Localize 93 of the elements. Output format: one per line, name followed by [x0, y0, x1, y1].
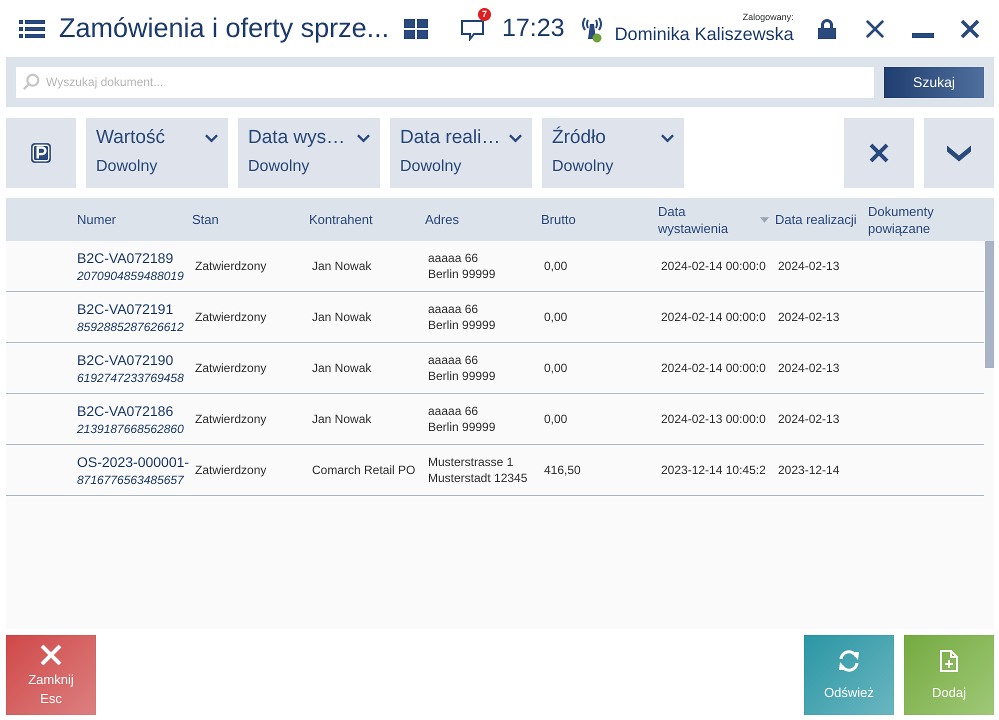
menu-icon[interactable] — [19, 18, 45, 38]
table-cell: 2024-02-13 00:00:0 — [661, 412, 766, 426]
search-icon — [22, 72, 40, 90]
filter-value: Dowolny — [552, 158, 614, 176]
filter-label: Źródło — [552, 127, 606, 149]
close-button[interactable]: Zamknij Esc — [6, 635, 96, 715]
chevron-down-icon — [509, 134, 522, 142]
chevron-down-icon — [357, 134, 370, 142]
table-cell: 2024-02-14 00:00:0 — [661, 310, 766, 324]
document-number: B2C-VA072190 — [77, 352, 174, 368]
address-line: aaaaa 66 — [428, 403, 478, 419]
refresh-icon — [837, 648, 861, 672]
column-header[interactable]: Brutto — [541, 211, 576, 228]
filter-dropdown[interactable]: Data reali… Dowolny — [390, 118, 532, 188]
filter-value: Dowolny — [400, 158, 462, 176]
parking-button[interactable] — [6, 118, 76, 188]
scrollbar[interactable] — [985, 241, 994, 368]
chevron-down-icon — [661, 134, 674, 142]
table-cell: Zatwierdzony — [195, 463, 266, 477]
filter-value: Dowolny — [248, 158, 310, 176]
column-header[interactable]: Kontrahent — [309, 211, 373, 228]
document-code: 8592885287626612 — [77, 320, 185, 334]
table-cell: 416,50 — [544, 463, 581, 477]
table-cell: 2024-02-14 00:00:0 — [661, 259, 766, 273]
column-header[interactable]: Data realizacji — [775, 211, 857, 228]
address-line: Musterstadt 12345 — [428, 470, 528, 486]
parking-icon — [30, 142, 52, 164]
table-cell: 2024-02-13 — [778, 310, 840, 324]
column-header[interactable]: Adres — [425, 211, 459, 228]
address-line: Musterstrasse 1 — [428, 454, 514, 470]
search-button[interactable]: Szukaj — [884, 66, 984, 98]
filter-value: Dowolny — [96, 158, 158, 176]
close-icon — [39, 642, 63, 666]
chevron-down-icon — [205, 134, 218, 142]
clear-filters-button[interactable] — [844, 118, 914, 188]
table-cell: 0,00 — [544, 259, 568, 273]
document-number: B2C-VA072189 — [77, 250, 174, 266]
table-cell: 0,00 — [544, 412, 568, 426]
user-name: Dominika Kaliszewska — [614, 24, 794, 45]
minimize-icon[interactable] — [912, 32, 934, 38]
document-code: 2070904859488019 — [77, 268, 185, 282]
address-line: Berlin 99999 — [428, 368, 496, 384]
address-line: aaaaa 66 — [428, 250, 478, 266]
search-field[interactable]: Wyszukaj dokument... — [16, 66, 874, 98]
table-cell: Comarch Retail PO — [312, 463, 416, 477]
address-line: Berlin 99999 — [428, 419, 496, 435]
chevron-down-icon — [947, 144, 971, 162]
table-cell: 2024-02-13 — [778, 412, 840, 426]
table-cell: Jan Nowak — [312, 361, 372, 375]
address-line: Berlin 99999 — [428, 317, 496, 333]
notification-badge: 7 — [478, 8, 491, 20]
filter-label: Data reali… — [400, 127, 500, 149]
table-cell: Jan Nowak — [312, 310, 372, 324]
column-header[interactable]: Dokumenty powiązane — [868, 202, 948, 236]
address-line: aaaaa 66 — [428, 301, 478, 317]
close-icon — [869, 143, 889, 163]
column-header[interactable]: Numer — [77, 211, 116, 228]
document-code: 8716776563485657 — [77, 472, 186, 486]
table-cell: Zatwierdzony — [195, 361, 266, 375]
table-cell: 2023-12-14 10:45:2 — [661, 463, 766, 477]
address-line: Berlin 99999 — [428, 266, 496, 282]
filter-label: Wartość — [96, 127, 165, 149]
document-number: B2C-VA072191 — [77, 300, 174, 316]
filter-label: Data wys… — [248, 127, 346, 149]
filter-dropdown[interactable]: Wartość Dowolny — [86, 118, 228, 188]
table-cell: Zatwierdzony — [195, 310, 266, 324]
table-cell: 2024-02-13 — [778, 259, 840, 273]
document-number: OS-2023-000001- — [77, 454, 190, 470]
expand-button[interactable] — [924, 118, 994, 188]
close-icon[interactable] — [960, 18, 980, 38]
document-code: 6192747233769458 — [77, 370, 185, 384]
window-title: Zamówienia i oferty sprze... — [59, 13, 389, 44]
table-cell: 2024-02-14 00:00:0 — [661, 361, 766, 375]
address-line: aaaaa 66 — [428, 352, 478, 368]
table-cell: Jan Nowak — [312, 412, 372, 426]
document-number: B2C-VA072186 — [77, 402, 174, 418]
table-cell: Zatwierdzony — [195, 259, 266, 273]
user-label: Zalogowany: — [742, 12, 794, 22]
table-cell: 0,00 — [544, 310, 568, 324]
add-document-icon — [937, 648, 961, 672]
lock-icon[interactable] — [816, 18, 838, 40]
table-cell: 2024-02-13 — [778, 361, 840, 375]
column-header[interactable]: Stan — [192, 211, 219, 228]
table-cell: Jan Nowak — [312, 259, 372, 273]
document-code: 2139187668562860 — [77, 422, 185, 436]
tiles-icon[interactable] — [404, 18, 428, 38]
table-cell: Zatwierdzony — [195, 412, 266, 426]
table-cell: 0,00 — [544, 361, 568, 375]
filter-dropdown[interactable]: Data wys… Dowolny — [238, 118, 380, 188]
column-header[interactable]: Data wystawienia — [658, 202, 738, 236]
table-cell: 2023-12-14 — [778, 463, 840, 477]
clock-time: 17:23 — [502, 14, 565, 43]
filter-dropdown[interactable]: Źródło Dowolny — [542, 118, 684, 188]
